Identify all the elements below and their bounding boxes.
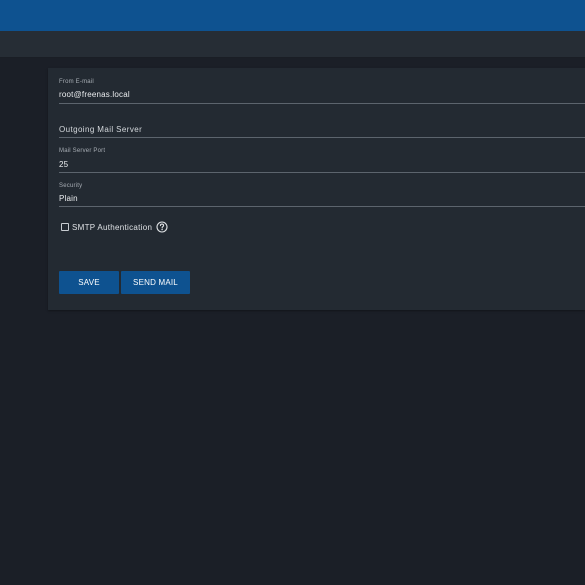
smtp-authentication-label[interactable]: SMTP Authentication: [72, 223, 152, 232]
page-header-bar: [0, 31, 585, 58]
security-select[interactable]: Security Plain: [59, 181, 585, 207]
top-navigation-bar: [0, 0, 585, 31]
from-email-label: From E-mail: [59, 79, 94, 85]
email-settings-card: From E-mail root@freenas.local Outgoing …: [48, 68, 585, 310]
security-selected-value[interactable]: Plain: [59, 194, 78, 203]
smtp-authentication-row: SMTP Authentication: [61, 220, 168, 234]
send-mail-button[interactable]: SEND MAIL: [121, 271, 190, 294]
outgoing-mail-server-field[interactable]: Outgoing Mail Server: [59, 118, 585, 138]
smtp-authentication-checkbox[interactable]: [61, 223, 69, 231]
from-email-field[interactable]: From E-mail root@freenas.local: [59, 77, 585, 104]
save-button[interactable]: SAVE: [59, 271, 119, 294]
mail-server-port-field[interactable]: Mail Server Port 25: [59, 146, 585, 173]
help-icon[interactable]: [156, 221, 168, 233]
mail-server-port-label: Mail Server Port: [59, 148, 106, 154]
from-email-input[interactable]: root@freenas.local: [59, 90, 130, 99]
security-label: Security: [59, 183, 83, 189]
mail-server-port-input[interactable]: 25: [59, 160, 68, 169]
outgoing-mail-server-input[interactable]: Outgoing Mail Server: [59, 125, 142, 134]
